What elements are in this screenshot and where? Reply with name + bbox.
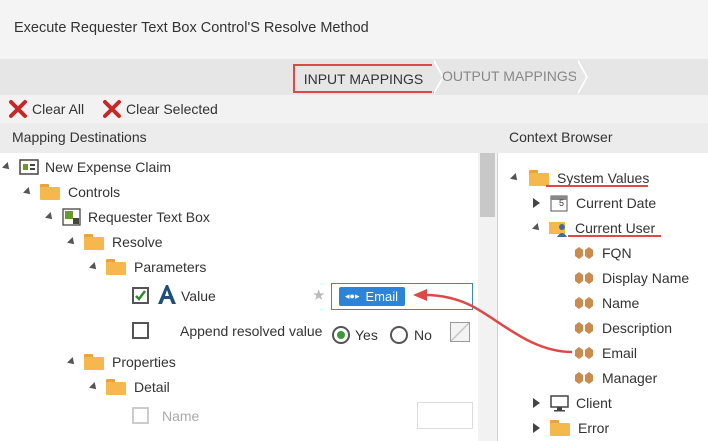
annotation-arrow bbox=[413, 289, 573, 354]
